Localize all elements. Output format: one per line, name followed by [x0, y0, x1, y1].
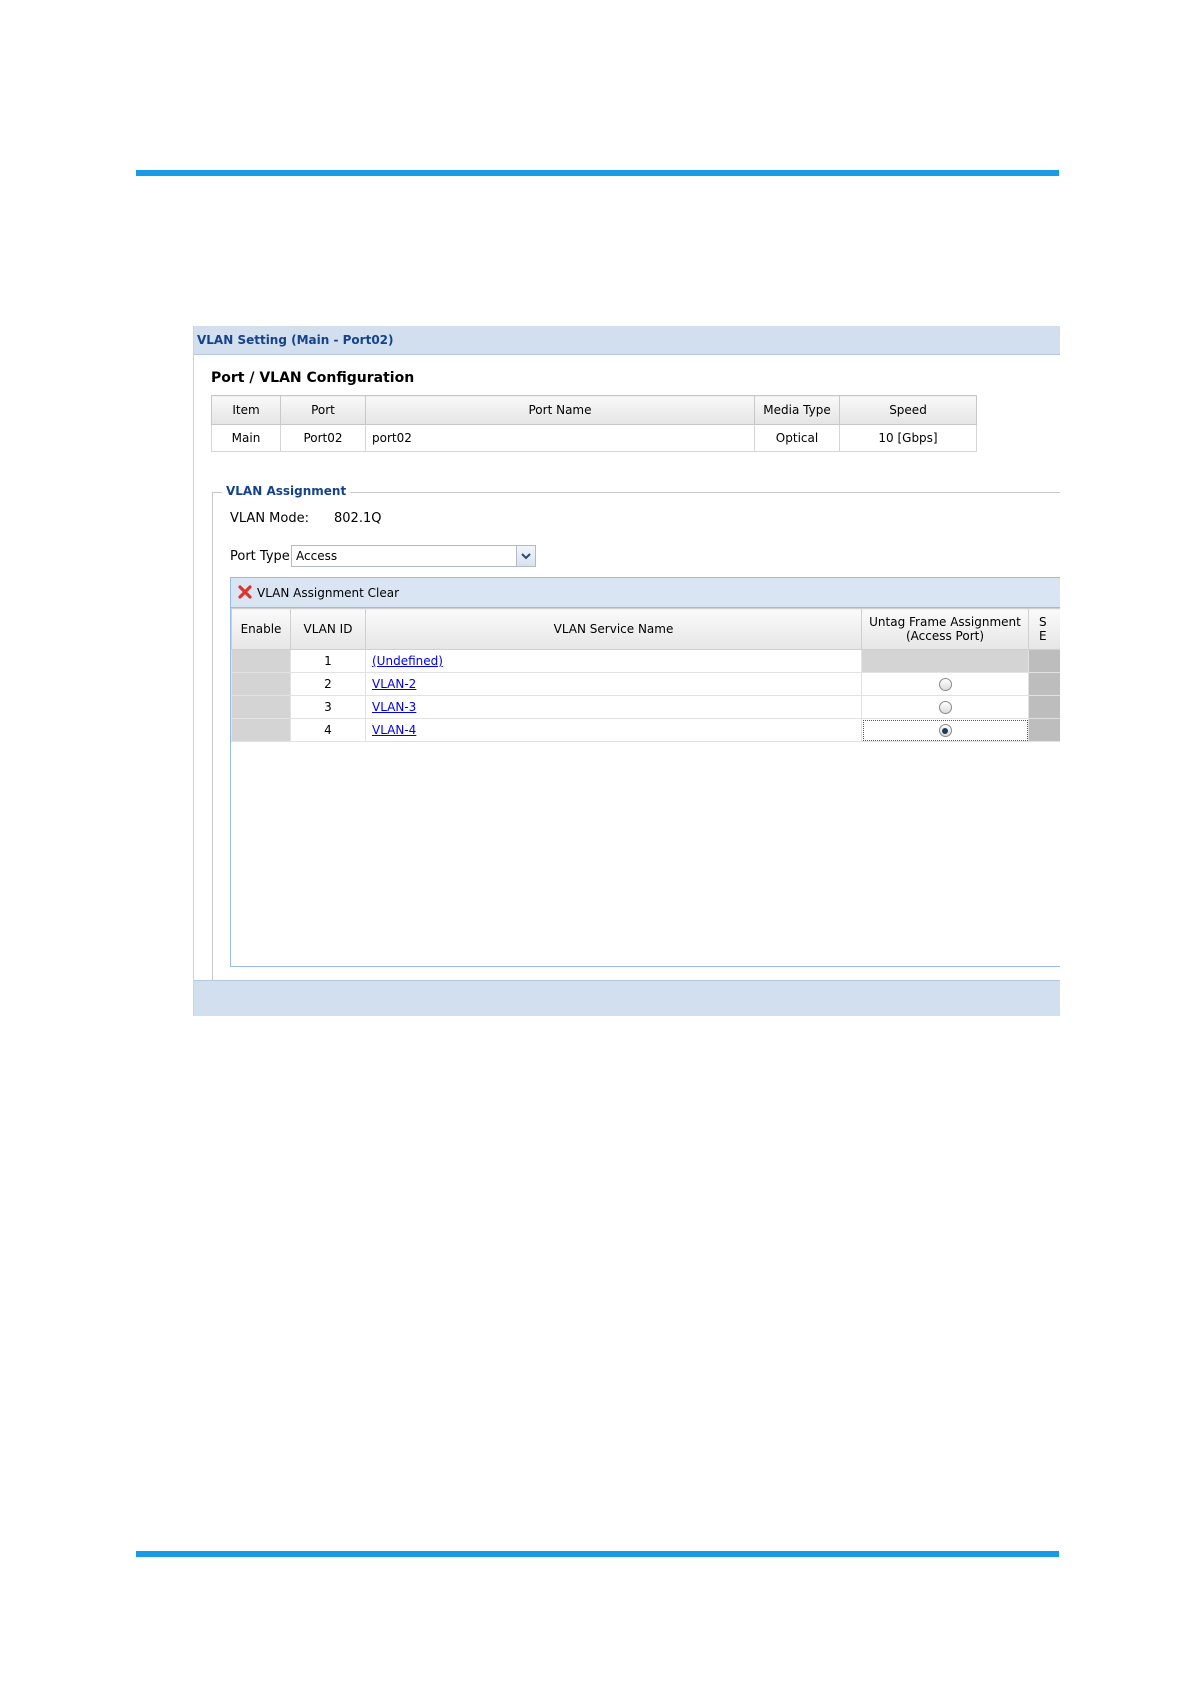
- port-config-table: Item Port Port Name Media Type Speed Mai…: [211, 395, 977, 452]
- vlan-name-link[interactable]: VLAN-4: [372, 723, 416, 737]
- vlan-mode-label: VLAN Mode:: [230, 511, 309, 526]
- vlan-setting-window: VLAN Setting (Main - Port02) Port / VLAN…: [193, 326, 1060, 1016]
- next-cell: [1028, 672, 1060, 696]
- enable-cell: [231, 695, 291, 719]
- untag-cell: [861, 672, 1029, 696]
- port-vlan-config-heading: Port / VLAN Configuration: [211, 370, 415, 386]
- col-untag-frame-assignment: Untag Frame Assignment (Access Port): [861, 608, 1029, 650]
- next-cell: [1028, 649, 1060, 673]
- vlan-name-cell: VLAN-4: [365, 718, 862, 742]
- next-cell: [1028, 695, 1060, 719]
- window-title: VLAN Setting (Main - Port02): [194, 326, 1060, 355]
- table-row: 4 VLAN-4: [231, 718, 1060, 742]
- vlan-assignment-legend: VLAN Assignment: [222, 484, 351, 498]
- next-cell: [1028, 718, 1060, 742]
- col-enable: Enable: [231, 608, 291, 650]
- vlan-id-cell: 4: [290, 718, 366, 742]
- vlan-mode-value: 802.1Q: [334, 511, 382, 526]
- table-row: 2 VLAN-2: [231, 672, 1060, 696]
- untag-cell: [861, 649, 1029, 673]
- cell-item: Main: [211, 424, 281, 452]
- window-footer: [194, 980, 1060, 1016]
- untag-radio[interactable]: [938, 678, 952, 691]
- untag-header-line1: Untag Frame Assignment: [869, 615, 1021, 629]
- untag-header-line2: (Access Port): [905, 629, 985, 643]
- col-port: Port: [280, 395, 366, 425]
- enable-cell: [231, 672, 291, 696]
- untag-radio[interactable]: [938, 701, 952, 714]
- port-type-value: Access: [296, 549, 338, 563]
- enable-cell: [231, 718, 291, 742]
- col-next-truncated: S E: [1028, 608, 1060, 650]
- port-type-select[interactable]: Access: [291, 545, 536, 567]
- cell-media-type: Optical: [754, 424, 840, 452]
- vlan-assignment-clear-button[interactable]: VLAN Assignment Clear: [237, 584, 399, 602]
- vlan-id-cell: 3: [290, 695, 366, 719]
- cell-port: Port02: [280, 424, 366, 452]
- next-header-line2: E: [1039, 629, 1047, 643]
- vlan-id-cell: 2: [290, 672, 366, 696]
- untag-cell: [861, 718, 1029, 742]
- col-item: Item: [211, 395, 281, 425]
- untag-cell: [861, 695, 1029, 719]
- col-vlan-service-name: VLAN Service Name: [365, 608, 862, 650]
- col-speed: Speed: [839, 395, 977, 425]
- col-port-name: Port Name: [365, 395, 755, 425]
- vlan-name-cell: VLAN-3: [365, 695, 862, 719]
- grid-toolbar: VLAN Assignment Clear: [231, 578, 1060, 608]
- clear-button-label: VLAN Assignment Clear: [257, 586, 400, 600]
- col-media-type: Media Type: [754, 395, 840, 425]
- vlan-name-link[interactable]: VLAN-2: [372, 677, 416, 691]
- vlan-table: Enable VLAN ID VLAN Service Name Untag F…: [231, 608, 1060, 742]
- vlan-name-link[interactable]: VLAN-3: [372, 700, 416, 714]
- next-header-line1: S: [1039, 615, 1047, 629]
- close-icon: [237, 584, 253, 603]
- top-rule: [136, 170, 1059, 176]
- col-vlan-id: VLAN ID: [290, 608, 366, 650]
- port-type-label: Port Type:: [230, 549, 295, 564]
- untag-radio-selected[interactable]: [938, 724, 952, 737]
- table-row: Main Port02 port02 Optical 10 [Gbps]: [211, 424, 977, 452]
- vlan-id-cell: 1: [290, 649, 366, 673]
- vlan-assignment-fieldset: VLAN Assignment VLAN Mode: 802.1Q Port T…: [212, 484, 1060, 1013]
- enable-cell: [231, 649, 291, 673]
- cell-port-name: port02: [365, 424, 755, 452]
- chevron-down-icon[interactable]: [516, 546, 535, 566]
- cell-speed: 10 [Gbps]: [839, 424, 977, 452]
- vlan-name-cell: (Undefined): [365, 649, 862, 673]
- vlan-name-cell: VLAN-2: [365, 672, 862, 696]
- table-row: 3 VLAN-3: [231, 695, 1060, 719]
- bottom-rule: [136, 1551, 1059, 1557]
- vlan-name-link[interactable]: (Undefined): [372, 654, 443, 668]
- table-row: 1 (Undefined): [231, 649, 1060, 673]
- vlan-assignment-grid: VLAN Assignment Clear Enable VLAN ID VLA…: [230, 577, 1060, 967]
